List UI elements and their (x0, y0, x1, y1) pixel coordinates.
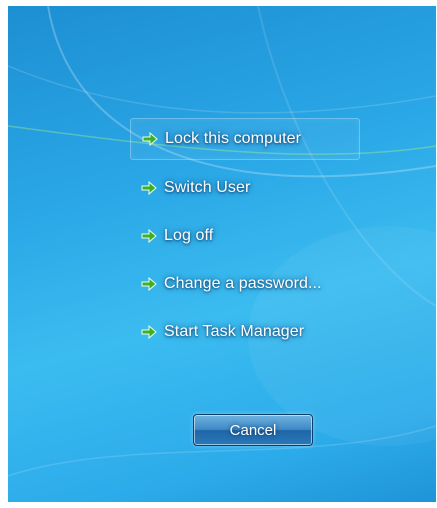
start-task-manager-option[interactable]: Start Task Manager (130, 312, 360, 352)
change-password-option[interactable]: Change a password... (130, 264, 360, 304)
option-label: Switch User (164, 179, 251, 196)
green-arrow-icon (141, 228, 157, 244)
security-screen: Lock this computer Switch User Log off C… (8, 6, 436, 502)
security-options-menu: Lock this computer Switch User Log off C… (130, 118, 360, 360)
option-label: Start Task Manager (164, 323, 305, 340)
green-arrow-icon (141, 180, 157, 196)
green-arrow-icon (142, 131, 158, 147)
green-arrow-icon (141, 324, 157, 340)
switch-user-option[interactable]: Switch User (130, 168, 360, 208)
option-label: Change a password... (164, 275, 322, 292)
lock-computer-option[interactable]: Lock this computer (130, 118, 360, 160)
cancel-button[interactable]: Cancel (193, 414, 313, 446)
green-arrow-icon (141, 276, 157, 292)
log-off-option[interactable]: Log off (130, 216, 360, 256)
option-label: Log off (164, 227, 214, 244)
option-label: Lock this computer (165, 130, 302, 147)
